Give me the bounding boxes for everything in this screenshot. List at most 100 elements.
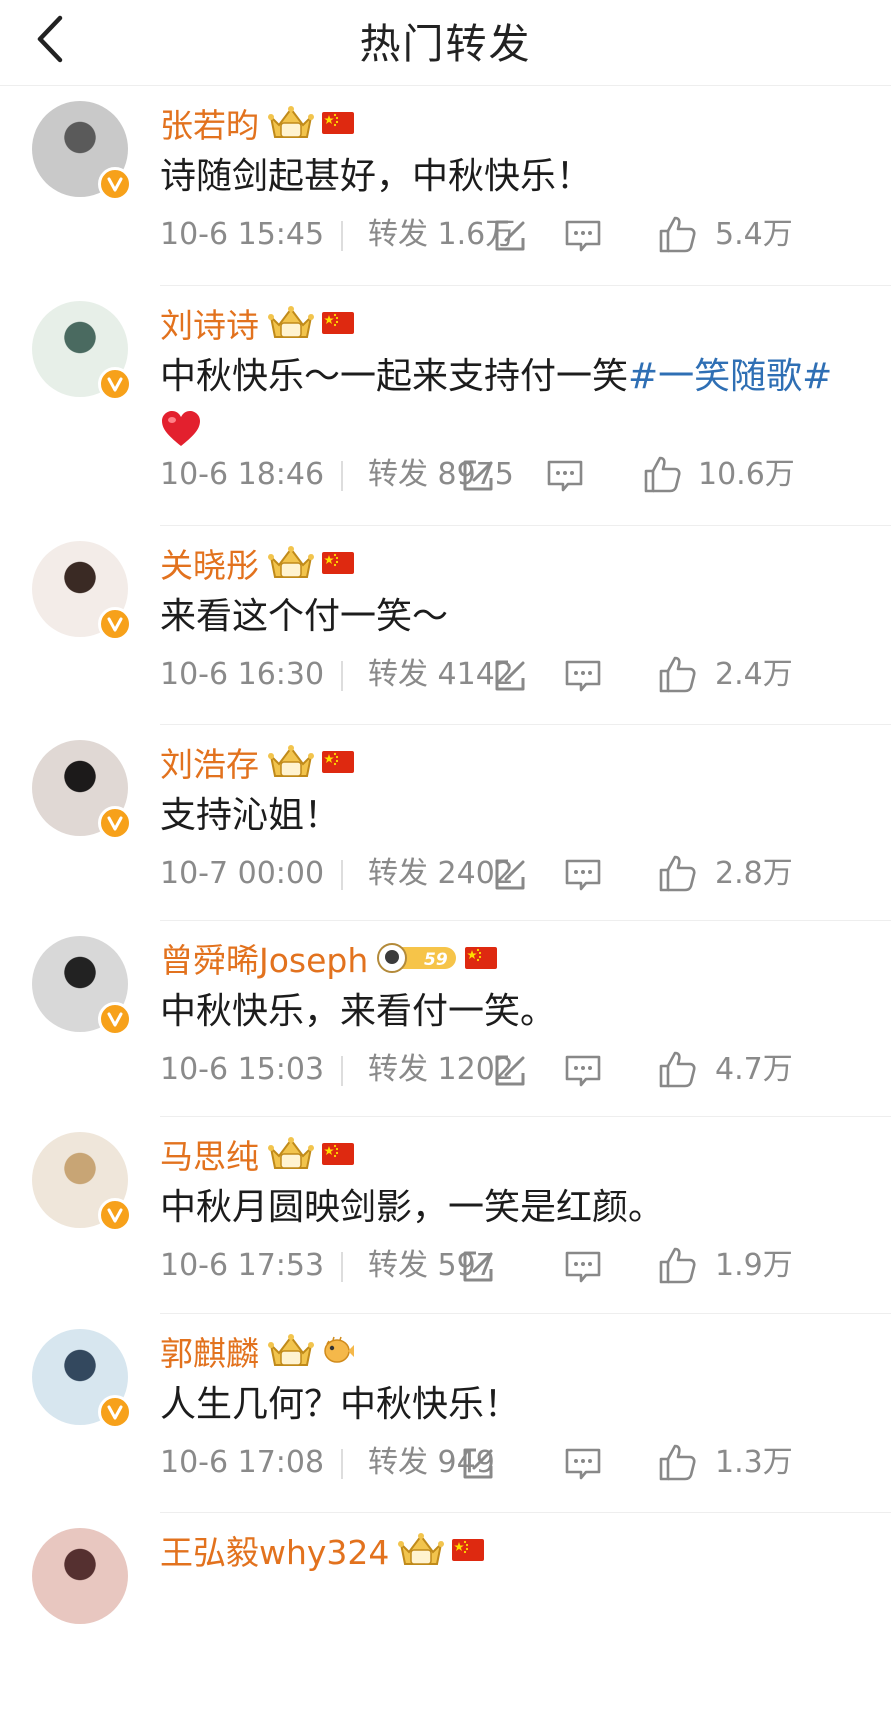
item-divider [160, 724, 891, 725]
crown-badge-icon [267, 103, 315, 143]
username[interactable]: 张若昀 [160, 99, 259, 147]
item-divider [160, 920, 891, 921]
post-meta: 10-6 15:03 转发 1202 4.7万 [160, 1045, 890, 1095]
like-icon[interactable] [642, 454, 682, 494]
red-heart-icon [160, 410, 202, 448]
repost-label: 转发 [368, 1052, 428, 1087]
verified-icon [98, 1198, 132, 1232]
comment-icon[interactable] [564, 1053, 602, 1089]
repost-item: 曾舜晞Joseph 59 中秋快乐，来看付一笑。 10-6 15:03 转发 1202 4… [0, 930, 891, 1130]
verified-icon [98, 806, 132, 840]
post-meta: 10-6 16:30 转发 4142 2.4万 [160, 650, 890, 700]
verified-icon [98, 607, 132, 641]
crown-badge-icon [397, 1530, 445, 1570]
comment-icon[interactable] [564, 1249, 602, 1285]
post-text-content: 来看这个付一笑～ [160, 596, 449, 637]
repost-edit-icon[interactable] [460, 458, 496, 494]
like-count[interactable]: 1.9万 [715, 1241, 793, 1291]
username[interactable]: 曾舜晞Joseph [160, 934, 368, 982]
avatar[interactable] [32, 1329, 132, 1429]
avatar[interactable] [32, 301, 132, 401]
post-text-content: 中秋快乐，来看付一笑。 [160, 991, 557, 1032]
comment-icon[interactable] [546, 458, 584, 494]
avatar[interactable] [32, 101, 132, 201]
item-divider [160, 1116, 891, 1117]
avatar[interactable] [32, 541, 132, 641]
repost-label: 转发 [368, 1445, 428, 1480]
post-text-content: 支持沁姐！ [160, 795, 341, 836]
repost-edit-icon[interactable] [492, 658, 528, 694]
post-text: 诗随剑起甚好，中秋快乐！ [160, 150, 860, 204]
like-count[interactable]: 10.6万 [698, 450, 795, 500]
comment-icon[interactable] [564, 857, 602, 893]
divider-bar [341, 1449, 343, 1479]
username[interactable]: 关晓彤 [160, 539, 259, 587]
level-badge-icon: 59 [376, 941, 458, 975]
post-text: 中秋快乐～一起来支持付一笑#一笑随歌# [160, 350, 860, 458]
like-count[interactable]: 2.8万 [715, 849, 793, 899]
name-line: 王弘毅why324 [160, 1528, 485, 1572]
post-text-content: 中秋快乐～一起来支持付一笑 [160, 356, 629, 397]
top-bar: 热门转发 [0, 0, 891, 86]
post-meta: 10-6 17:53 转发 597 1.9万 [160, 1241, 890, 1291]
hashtag-link[interactable]: #一笑随歌# [628, 356, 832, 397]
post-text: 中秋月圆映剑影，一笑是红颜。 [160, 1181, 860, 1235]
repost-edit-icon[interactable] [492, 218, 528, 254]
username[interactable]: 刘浩存 [160, 738, 259, 786]
item-divider [160, 1512, 891, 1513]
repost-edit-icon[interactable] [492, 857, 528, 893]
username[interactable]: 刘诗诗 [160, 299, 259, 347]
name-line: 关晓彤 [160, 541, 355, 585]
post-time: 10-6 17:53 [160, 1248, 325, 1283]
post-time: 10-6 17:08 [160, 1445, 325, 1480]
crown-badge-icon [267, 742, 315, 782]
china-flag-icon [321, 1141, 355, 1167]
repost-item: 刘浩存 支持沁姐！ 10-7 00:00 转发 2402 2.8万 [0, 734, 891, 934]
repost-item: 张若昀 诗随剑起甚好，中秋快乐！ 10-6 15:45 转发 1.6万 5.4万 [0, 95, 891, 295]
like-count[interactable]: 5.4万 [715, 210, 793, 260]
username[interactable]: 郭麒麟 [160, 1327, 259, 1375]
avatar[interactable] [32, 740, 132, 840]
repost-item: 王弘毅why324 [0, 1522, 891, 1722]
like-icon[interactable] [657, 214, 697, 254]
avatar[interactable] [32, 1528, 128, 1624]
like-icon[interactable] [657, 853, 697, 893]
verified-icon [98, 1395, 132, 1429]
name-line: 刘浩存 [160, 740, 355, 784]
post-text: 中秋快乐，来看付一笑。 [160, 985, 860, 1039]
repost-item: 马思纯 中秋月圆映剑影，一笑是红颜。 10-6 17:53 转发 597 1.9万 [0, 1126, 891, 1326]
like-icon[interactable] [657, 1442, 697, 1482]
avatar[interactable] [32, 936, 132, 1036]
repost-edit-icon[interactable] [460, 1446, 496, 1482]
comment-icon[interactable] [564, 658, 602, 694]
repost-edit-icon[interactable] [492, 1053, 528, 1089]
post-meta: 10-6 18:46 转发 8975 10.6万 [160, 450, 890, 500]
avatar[interactable] [32, 1132, 132, 1232]
repost-label: 转发 [368, 657, 428, 692]
username[interactable]: 王弘毅why324 [160, 1526, 389, 1574]
repost-item: 郭麒麟 人生几何？中秋快乐！ 10-6 17:08 转发 949 1.3万 [0, 1323, 891, 1523]
like-icon[interactable] [657, 1245, 697, 1285]
like-icon[interactable] [657, 1049, 697, 1089]
post-time: 10-6 15:45 [160, 217, 325, 252]
repost-edit-icon[interactable] [460, 1249, 496, 1285]
like-count[interactable]: 1.3万 [715, 1438, 793, 1488]
crown-badge-icon [267, 1331, 315, 1371]
username[interactable]: 马思纯 [160, 1130, 259, 1178]
post-text-content: 诗随剑起甚好，中秋快乐！ [160, 156, 593, 197]
like-icon[interactable] [657, 654, 697, 694]
post-text: 来看这个付一笑～ [160, 590, 860, 644]
like-count[interactable]: 2.4万 [715, 650, 793, 700]
china-flag-icon [451, 1537, 485, 1563]
comment-icon[interactable] [564, 1446, 602, 1482]
crown-badge-icon [267, 543, 315, 583]
china-flag-icon [321, 110, 355, 136]
item-divider [160, 525, 891, 526]
comment-icon[interactable] [564, 218, 602, 254]
china-flag-icon [321, 749, 355, 775]
verified-icon [98, 1002, 132, 1036]
like-count[interactable]: 4.7万 [715, 1045, 793, 1095]
divider-bar [341, 1252, 343, 1282]
name-line: 曾舜晞Joseph 59 [160, 936, 498, 980]
post-text: 人生几何？中秋快乐！ [160, 1378, 860, 1432]
